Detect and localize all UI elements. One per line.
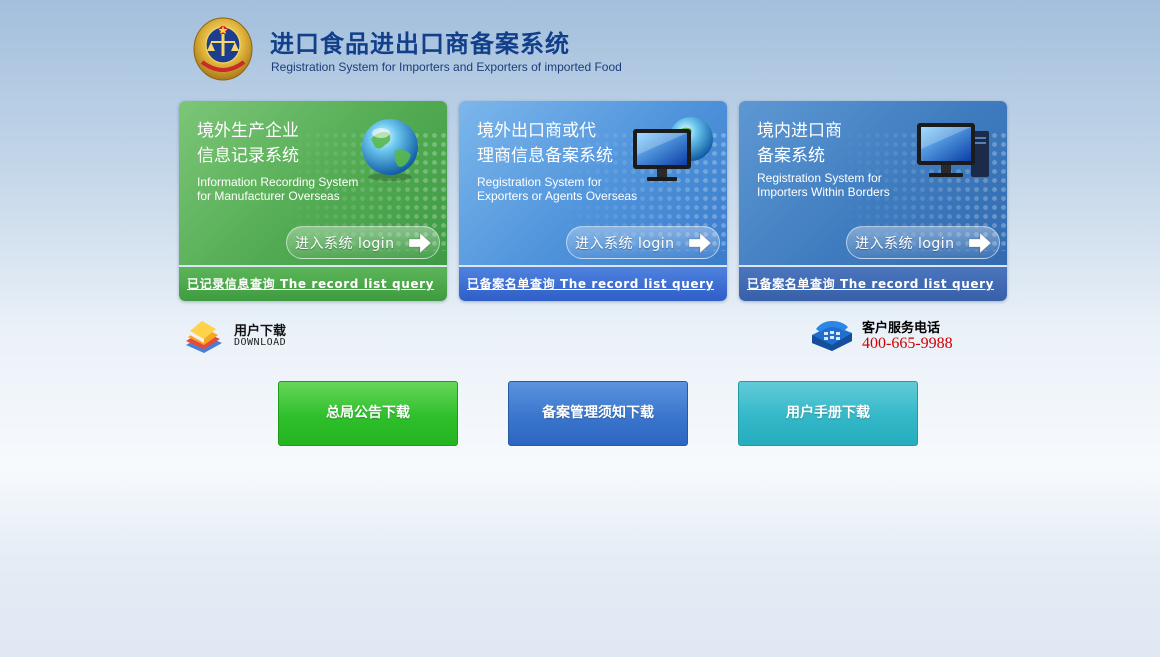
card-subtitle: Registration System for Exporters or Age…	[477, 175, 638, 203]
card-footer: 已记录信息查询 The record list query	[179, 267, 447, 301]
card-importers-domestic: 境内进口商 备案系统 Registration System for Impor…	[739, 101, 1007, 301]
registration-notice-download-button[interactable]: 备案管理须知下载	[508, 381, 688, 446]
books-icon	[186, 321, 222, 353]
arrow-right-icon	[408, 231, 432, 255]
card-title: 境内进口商 备案系统	[757, 121, 842, 166]
card-footer: 已备案名单查询 The record list query	[459, 267, 727, 301]
national-emblem-icon	[193, 17, 253, 81]
card-title: 境外出口商或代 理商信息备案系统	[477, 121, 613, 166]
login-button[interactable]: 进入系统 login	[846, 226, 1000, 259]
service-phone-number: 400-665-9988	[862, 335, 953, 352]
record-query-link[interactable]: 已备案名单查询 The record list query	[467, 277, 714, 291]
record-query-link[interactable]: 已备案名单查询 The record list query	[747, 277, 994, 291]
arrow-right-icon	[688, 231, 712, 255]
record-query-link[interactable]: 已记录信息查询 The record list query	[187, 277, 434, 291]
card-manufacturer-overseas: 境外生产企业 信息记录系统 Information Recording Syst…	[179, 101, 447, 301]
card-subtitle: Registration System for Importers Within…	[757, 171, 890, 199]
site-header: 进口食品进出口商备案系统 Registration System for Imp…	[190, 14, 670, 86]
card-panel: 境外生产企业 信息记录系统 Information Recording Syst…	[179, 101, 447, 265]
customer-service: 客户服务电话 400-665-9988	[808, 316, 968, 356]
login-button-label: 进入系统 login	[295, 236, 395, 252]
computer-icon	[917, 123, 989, 177]
arrow-right-icon	[968, 231, 992, 255]
login-button[interactable]: 进入系统 login	[566, 226, 720, 259]
card-footer: 已备案名单查询 The record list query	[739, 267, 1007, 301]
login-button-label: 进入系统 login	[855, 236, 955, 252]
service-phone-label: 客户服务电话	[862, 321, 941, 336]
user-manual-download-button[interactable]: 用户手册下载	[738, 381, 918, 446]
login-button[interactable]: 进入系统 login	[286, 226, 440, 259]
page-title: 进口食品进出口商备案系统	[270, 30, 570, 58]
user-download-section: 用户下载 DOWNLOAD	[182, 313, 312, 357]
telephone-icon	[812, 321, 852, 351]
monitor-globe-icon	[633, 117, 713, 181]
download-label-en: DOWNLOAD	[234, 337, 287, 348]
globe-icon	[362, 119, 418, 181]
card-subtitle: Information Recording System for Manufac…	[197, 175, 359, 203]
card-title: 境外生产企业 信息记录系统	[197, 121, 299, 166]
login-button-label: 进入系统 login	[575, 236, 675, 252]
card-exporters-overseas: 境外出口商或代 理商信息备案系统 Registration System for…	[459, 101, 727, 301]
card-panel: 境外出口商或代 理商信息备案系统 Registration System for…	[459, 101, 727, 265]
announcement-download-button[interactable]: 总局公告下载	[278, 381, 458, 446]
card-panel: 境内进口商 备案系统 Registration System for Impor…	[739, 101, 1007, 265]
page-subtitle: Registration System for Importers and Ex…	[271, 60, 622, 74]
